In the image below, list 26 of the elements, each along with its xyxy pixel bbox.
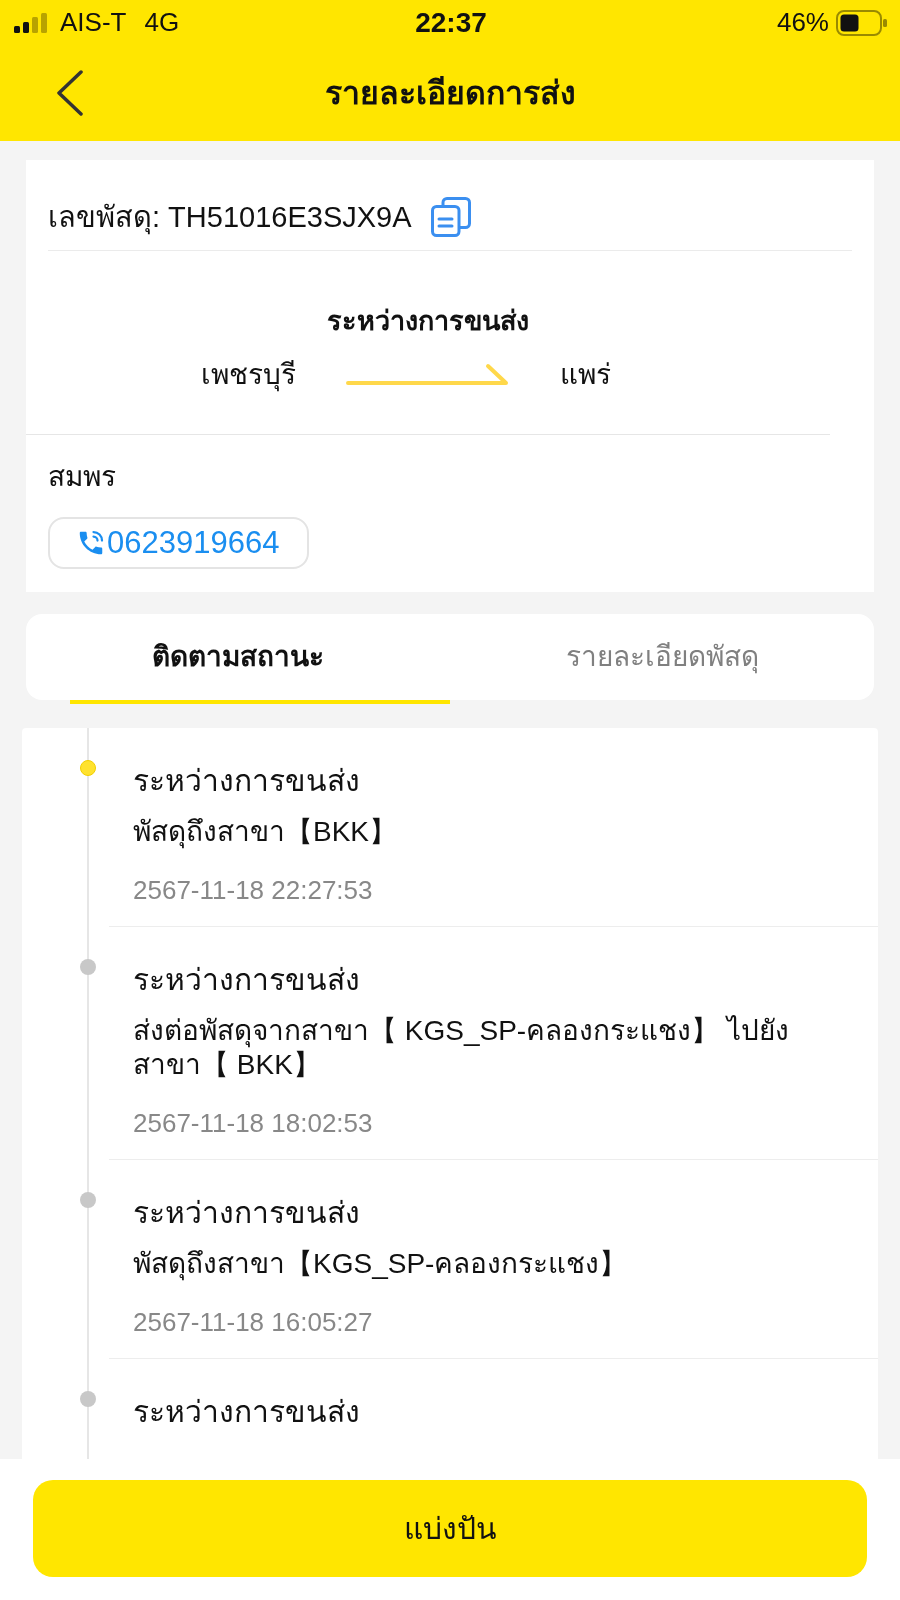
- tracking-number: เลขพัสดุ: TH51016E3SJX9A: [48, 200, 412, 237]
- event-description: ส่งต่อพัสดุจากสาขา【 KGS_SP-คลองกระแชง】 ไปยังสาขา【 BKK】: [133, 1014, 790, 1082]
- battery-percent: 46%: [776, 7, 829, 38]
- event-time: 2567-11-18 18:02:53: [133, 1107, 374, 1140]
- shipment-status: ระหว่างการขนส่ง: [326, 305, 530, 338]
- event-time: 2567-11-18 16:05:27: [133, 1306, 374, 1339]
- event-title: ระหว่างการขนส่ง: [133, 962, 361, 998]
- page-title: รายละเอียดการส่ง: [324, 74, 576, 113]
- battery-icon: [836, 9, 888, 36]
- clock-time: 22:37: [415, 6, 487, 39]
- origin-label: เพชรบุรี: [201, 358, 296, 394]
- destination-label: แพร่: [560, 358, 611, 392]
- event-description: พัสดุถึงสาขา【BKK】: [133, 815, 399, 849]
- network-label: 4G: [144, 7, 180, 38]
- copy-icon[interactable]: [429, 196, 472, 238]
- event-time: 2567-11-18 22:27:53: [133, 874, 374, 907]
- tab[interactable]: รายละเอียดพัสดุ: [450, 614, 874, 704]
- event-description: พัสดุถึงสาขา【KGS_SP-คลองกระแชง】: [133, 1247, 629, 1281]
- share-button[interactable]: แบ่งปัน: [33, 1480, 867, 1577]
- event-title: ระหว่างการขนส่ง: [133, 1394, 361, 1430]
- event-title: ระหว่างการขนส่ง: [133, 1195, 361, 1231]
- recipient-name: สมพร: [48, 460, 117, 494]
- chevron-left-icon[interactable]: [56, 70, 84, 116]
- signal-icon: [14, 12, 50, 33]
- carrier-label: AIS-T: [60, 7, 127, 38]
- event-title: ระหว่างการขนส่ง: [133, 763, 361, 799]
